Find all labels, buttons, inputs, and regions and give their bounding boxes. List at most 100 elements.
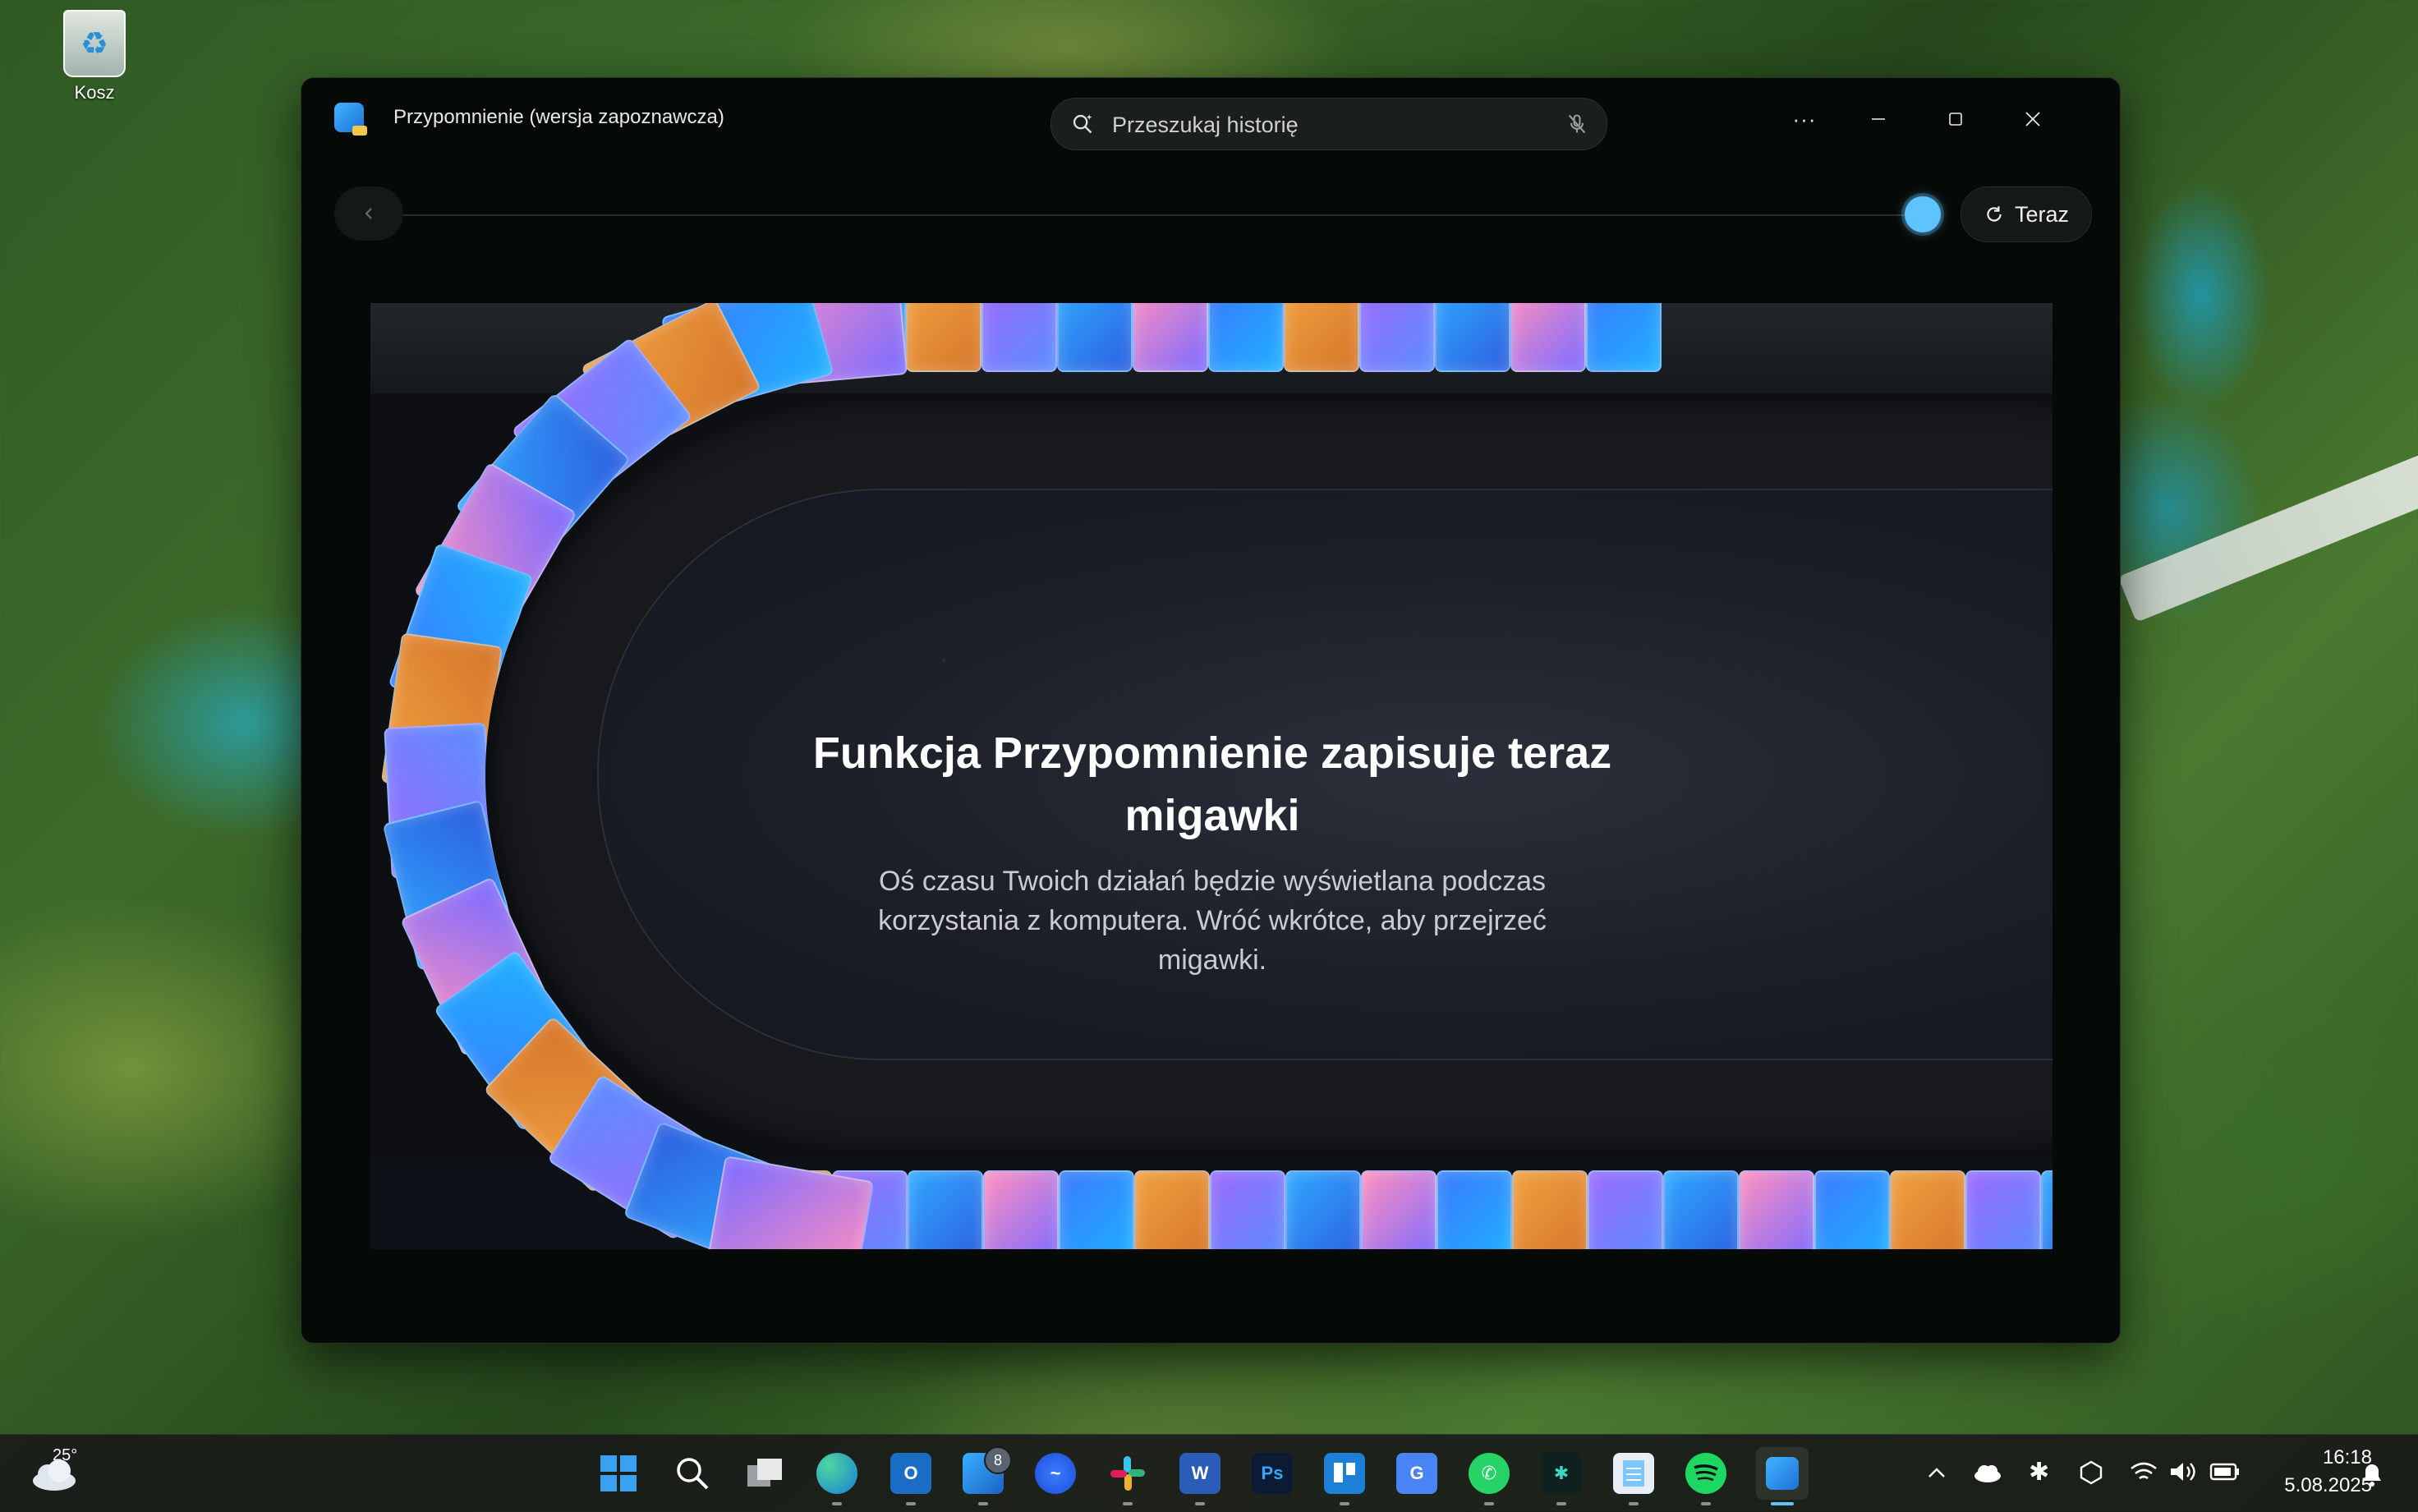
recycle-bin-shortcut[interactable]: ♻ Kosz xyxy=(57,10,131,103)
screen-tile xyxy=(1890,1170,1965,1249)
screen-tile xyxy=(1057,303,1133,372)
perplexity-icon[interactable]: ✱ xyxy=(1541,1453,1582,1494)
microphone-off-icon[interactable] xyxy=(1565,113,1588,136)
close-icon xyxy=(2025,112,2040,126)
spotify-waves xyxy=(1694,1464,1718,1482)
timeline-track[interactable] xyxy=(403,214,1923,216)
screen-tile xyxy=(1739,1170,1814,1249)
minimize-button[interactable] xyxy=(1854,98,1903,140)
taskbar-search-button[interactable] xyxy=(672,1453,713,1494)
screen-tile xyxy=(2041,1170,2053,1249)
screen-tile xyxy=(1210,1170,1285,1249)
task-view-icon xyxy=(747,1459,782,1487)
refresh-icon xyxy=(1987,206,2002,222)
slack-icon[interactable] xyxy=(1107,1453,1148,1494)
screen-tile xyxy=(1059,1170,1134,1249)
battery-icon[interactable] xyxy=(2209,1461,2241,1482)
screen-tile xyxy=(1133,303,1208,372)
search-input[interactable] xyxy=(1110,99,1541,151)
timeline-current-marker[interactable] xyxy=(1905,196,1941,232)
screen-tile xyxy=(1359,303,1435,372)
trello-logo xyxy=(1334,1463,1355,1482)
close-button[interactable] xyxy=(2008,98,2057,140)
screen-tile xyxy=(1814,1170,1890,1249)
recall-app-icon xyxy=(334,103,367,136)
search-icon xyxy=(1073,114,1092,134)
chevron-up-icon[interactable] xyxy=(1927,1464,1947,1481)
now-button-label: Teraz xyxy=(2014,201,2070,227)
store-running-indicator xyxy=(978,1502,988,1505)
screen-tile xyxy=(1437,1170,1512,1249)
screen-tile xyxy=(906,303,981,372)
spotify-running-indicator xyxy=(1701,1502,1711,1505)
screen-tile xyxy=(908,1170,983,1249)
windows-logo-icon xyxy=(600,1455,637,1491)
more-options-button[interactable]: ··· xyxy=(1780,98,1829,140)
screen-tile xyxy=(983,1170,1059,1249)
taskbar: 25° O 8 ~ W Ps G ✆ ✱ ✱ 16:18 5.08.2025 xyxy=(0,1434,2418,1512)
outlook-icon[interactable]: O xyxy=(890,1453,931,1494)
word-icon[interactable]: W xyxy=(1179,1453,1220,1494)
edge-icon[interactable] xyxy=(816,1453,857,1494)
onedrive-cloud-icon[interactable] xyxy=(1973,1463,2002,1482)
volume-icon[interactable] xyxy=(2168,1459,2198,1484)
recycle-bin-label: Kosz xyxy=(74,82,115,103)
screen-tile xyxy=(1663,1170,1739,1249)
notepad-lines xyxy=(1623,1460,1644,1487)
edge-running-indicator xyxy=(832,1502,842,1505)
timeline-back-button[interactable] xyxy=(334,186,403,241)
photoshop-icon[interactable]: Ps xyxy=(1252,1453,1293,1494)
screen-tile xyxy=(1361,1170,1437,1249)
screen-tile xyxy=(1134,1170,1210,1249)
screen-tile xyxy=(1208,303,1284,372)
screen-tile xyxy=(1510,303,1586,372)
search-box[interactable] xyxy=(1050,98,1607,151)
recall-hero-illustration: Funkcja Przypomnienie zapisuje teraz mig… xyxy=(370,303,2053,1249)
slack-running-indicator xyxy=(1123,1502,1133,1505)
slack-tray-icon[interactable]: ✱ xyxy=(2029,1458,2049,1487)
screen-tile xyxy=(981,303,1057,372)
screen-tile xyxy=(1588,1170,1663,1249)
notification-badge: 8 xyxy=(984,1446,1012,1474)
chevron-left-icon xyxy=(365,208,372,219)
wallpaper-path xyxy=(2117,447,2418,623)
trello-running-indicator xyxy=(1340,1502,1349,1505)
window-title: Przypomnienie (wersja zapoznawcza) xyxy=(393,106,724,128)
search-icon xyxy=(677,1458,709,1490)
start-button[interactable] xyxy=(598,1453,639,1494)
screen-tile xyxy=(1965,1170,2041,1249)
screen-tile xyxy=(1285,1170,1361,1249)
notification-bell-icon[interactable] xyxy=(2359,1461,2385,1487)
notepad-running-indicator xyxy=(1629,1502,1639,1505)
word-running-indicator xyxy=(1195,1502,1205,1505)
messenger-icon[interactable]: ~ xyxy=(1035,1453,1076,1494)
whatsapp-running-indicator xyxy=(1484,1502,1494,1505)
recycle-bin-icon: ♻ xyxy=(63,10,126,77)
recall-active-indicator xyxy=(1771,1502,1794,1505)
google-translate-icon[interactable]: G xyxy=(1396,1453,1437,1494)
recall-window: Przypomnienie (wersja zapoznawcza) ··· xyxy=(301,77,2121,1344)
perplexity-running-indicator xyxy=(1556,1502,1566,1505)
minimize-icon xyxy=(1872,118,1885,120)
spotify-icon[interactable] xyxy=(1685,1453,1726,1494)
hero-description: Oś czasu Twoich działań będzie wyświetla… xyxy=(878,866,1547,976)
slack-logo xyxy=(1110,1456,1145,1491)
trello-icon[interactable] xyxy=(1324,1453,1365,1494)
maximize-icon xyxy=(1949,113,1962,126)
screen-tile xyxy=(1284,303,1359,372)
task-view-button[interactable] xyxy=(744,1453,785,1494)
copilot-tray-icon[interactable] xyxy=(2078,1459,2104,1486)
whatsapp-icon[interactable]: ✆ xyxy=(1469,1453,1510,1494)
weather-temperature: 25° xyxy=(53,1446,78,1464)
now-button[interactable]: Teraz xyxy=(1961,186,2092,242)
notepad-icon[interactable] xyxy=(1613,1453,1654,1494)
maximize-button[interactable] xyxy=(1931,98,1980,140)
recall-taskbar-button[interactable] xyxy=(1756,1447,1809,1500)
recall-taskbar-icon xyxy=(1766,1457,1799,1490)
hero-title: Funkcja Przypomnienie zapisuje teraz mig… xyxy=(812,728,1612,840)
outlook-running-indicator xyxy=(906,1502,916,1505)
wifi-icon[interactable] xyxy=(2129,1459,2158,1484)
screen-tile xyxy=(1586,303,1662,372)
clock-date[interactable]: 5.08.2025 xyxy=(2250,1474,2372,1497)
screen-tile xyxy=(1435,303,1510,372)
